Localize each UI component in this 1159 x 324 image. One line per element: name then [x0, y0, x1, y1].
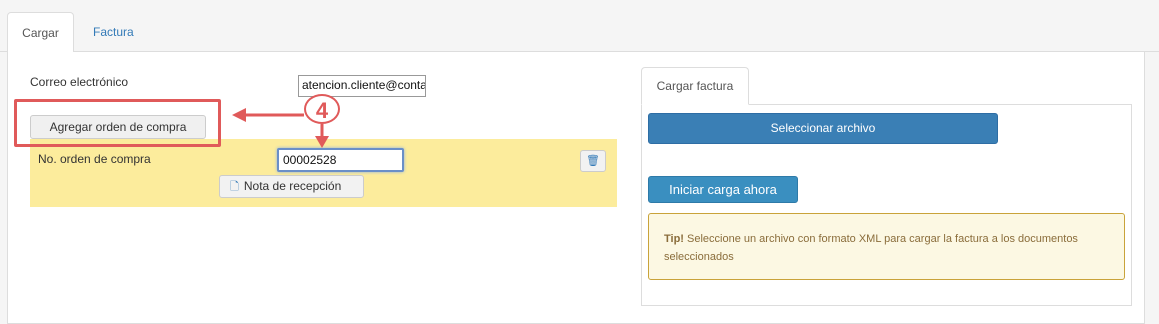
trash-icon: 🗑 [586, 155, 600, 167]
start-upload-button[interactable]: Iniciar carga ahora [648, 176, 798, 203]
tip-alert: Tip! Seleccione un archivo con formato X… [648, 213, 1125, 280]
delete-order-button[interactable]: 🗑 [580, 150, 606, 172]
annotation-step-badge: 4 [304, 94, 340, 124]
select-file-button[interactable]: Seleccionar archivo [648, 113, 998, 144]
main-tabs: Cargar Factura [0, 0, 1159, 53]
order-number-label: No. orden de compra [38, 152, 151, 166]
email-label: Correo electrónico [30, 75, 129, 89]
tab-cargar-factura[interactable]: Cargar factura [641, 67, 749, 105]
tip-text: Seleccione un archivo con formato XML pa… [664, 233, 1078, 263]
order-number-input[interactable]: 00002528 [277, 148, 404, 172]
nota-recepcion-button[interactable]: 🗋 Nota de recepción [219, 175, 364, 198]
document-icon: 🗋 [230, 181, 239, 193]
tip-title: Tip! [664, 233, 684, 245]
tab-factura[interactable]: Factura [80, 12, 147, 53]
tab-cargar[interactable]: Cargar [7, 12, 74, 53]
annotation-highlight-box [14, 99, 221, 147]
nota-recepcion-label: Nota de recepción [243, 179, 342, 193]
